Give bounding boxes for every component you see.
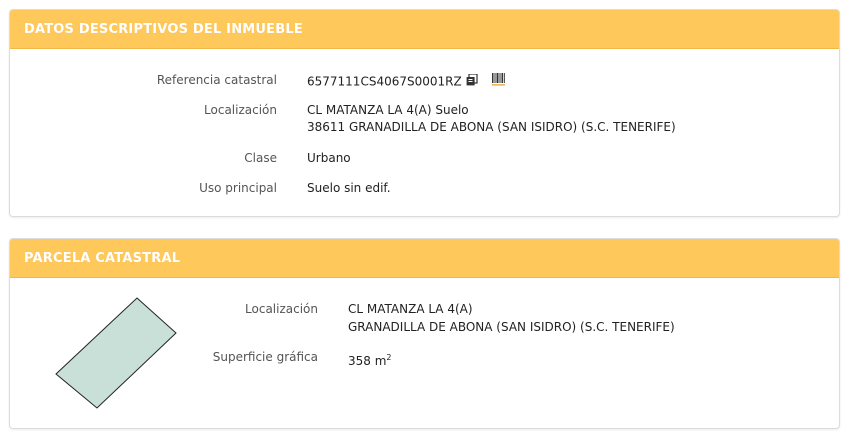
parcela-localizacion-line2: GRANADILLA DE ABONA (SAN ISIDRO) (S.C. T…: [348, 320, 675, 334]
superficie-value: 358 m: [348, 354, 387, 368]
barcode-icon[interactable]: [491, 73, 505, 91]
clase-label: Clase: [244, 151, 277, 165]
superficie-value-row: 358 m2: [348, 349, 392, 370]
localizacion-line1: CL MATANZA LA 4(A) Suelo: [307, 103, 469, 117]
superficie-label: Superficie gráfica: [212, 350, 318, 364]
localizacion-line2: 38611 GRANADILLA DE ABONA (SAN ISIDRO) (…: [307, 120, 676, 134]
parcela-localizacion-label: Localización: [245, 302, 318, 316]
localizacion-label: Localización: [204, 103, 277, 117]
superficie-unit-exponent: 2: [386, 353, 392, 362]
referencia-value-row: 6577111CS4067S0001RZ: [307, 72, 505, 91]
uso-value: Suelo sin edif.: [307, 181, 391, 195]
copy-icon[interactable]: [466, 72, 478, 91]
referencia-value: 6577111CS4067S0001RZ: [307, 74, 462, 89]
parcela-catastral-title: PARCELA CATASTRAL: [10, 239, 839, 278]
clase-value: Urbano: [307, 151, 351, 165]
datos-descriptivos-title: DATOS DESCRIPTIVOS DEL INMUEBLE: [10, 10, 839, 49]
datos-descriptivos-panel: DATOS DESCRIPTIVOS DEL INMUEBLE Referenc…: [9, 9, 840, 217]
referencia-label: Referencia catastral: [156, 73, 277, 87]
parcela-catastral-panel: PARCELA CATASTRAL Localización CL MATANZ…: [9, 238, 840, 429]
parcela-localizacion-line1: CL MATANZA LA 4(A): [348, 302, 473, 316]
uso-label: Uso principal: [199, 181, 277, 195]
